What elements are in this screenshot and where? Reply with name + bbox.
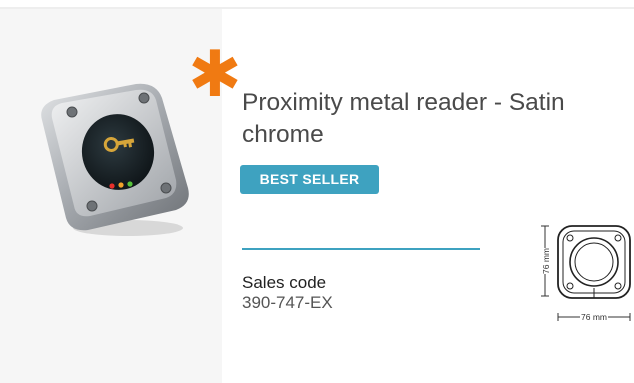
height-dimension-label: 76 mm [541, 248, 551, 274]
section-divider [242, 248, 480, 250]
best-seller-badge: BEST SELLER [240, 165, 379, 194]
sales-code-value: 390-747-EX [242, 293, 333, 312]
width-dimension-label: 76 mm [581, 312, 607, 322]
asterisk-icon: ✱ [188, 38, 242, 110]
sales-code-label: Sales code [242, 273, 327, 292]
product-title: Proximity metal reader - Satin chrome [242, 89, 565, 148]
product-image [41, 83, 189, 236]
dimension-diagram: 76 mm 76 mm [538, 225, 631, 323]
